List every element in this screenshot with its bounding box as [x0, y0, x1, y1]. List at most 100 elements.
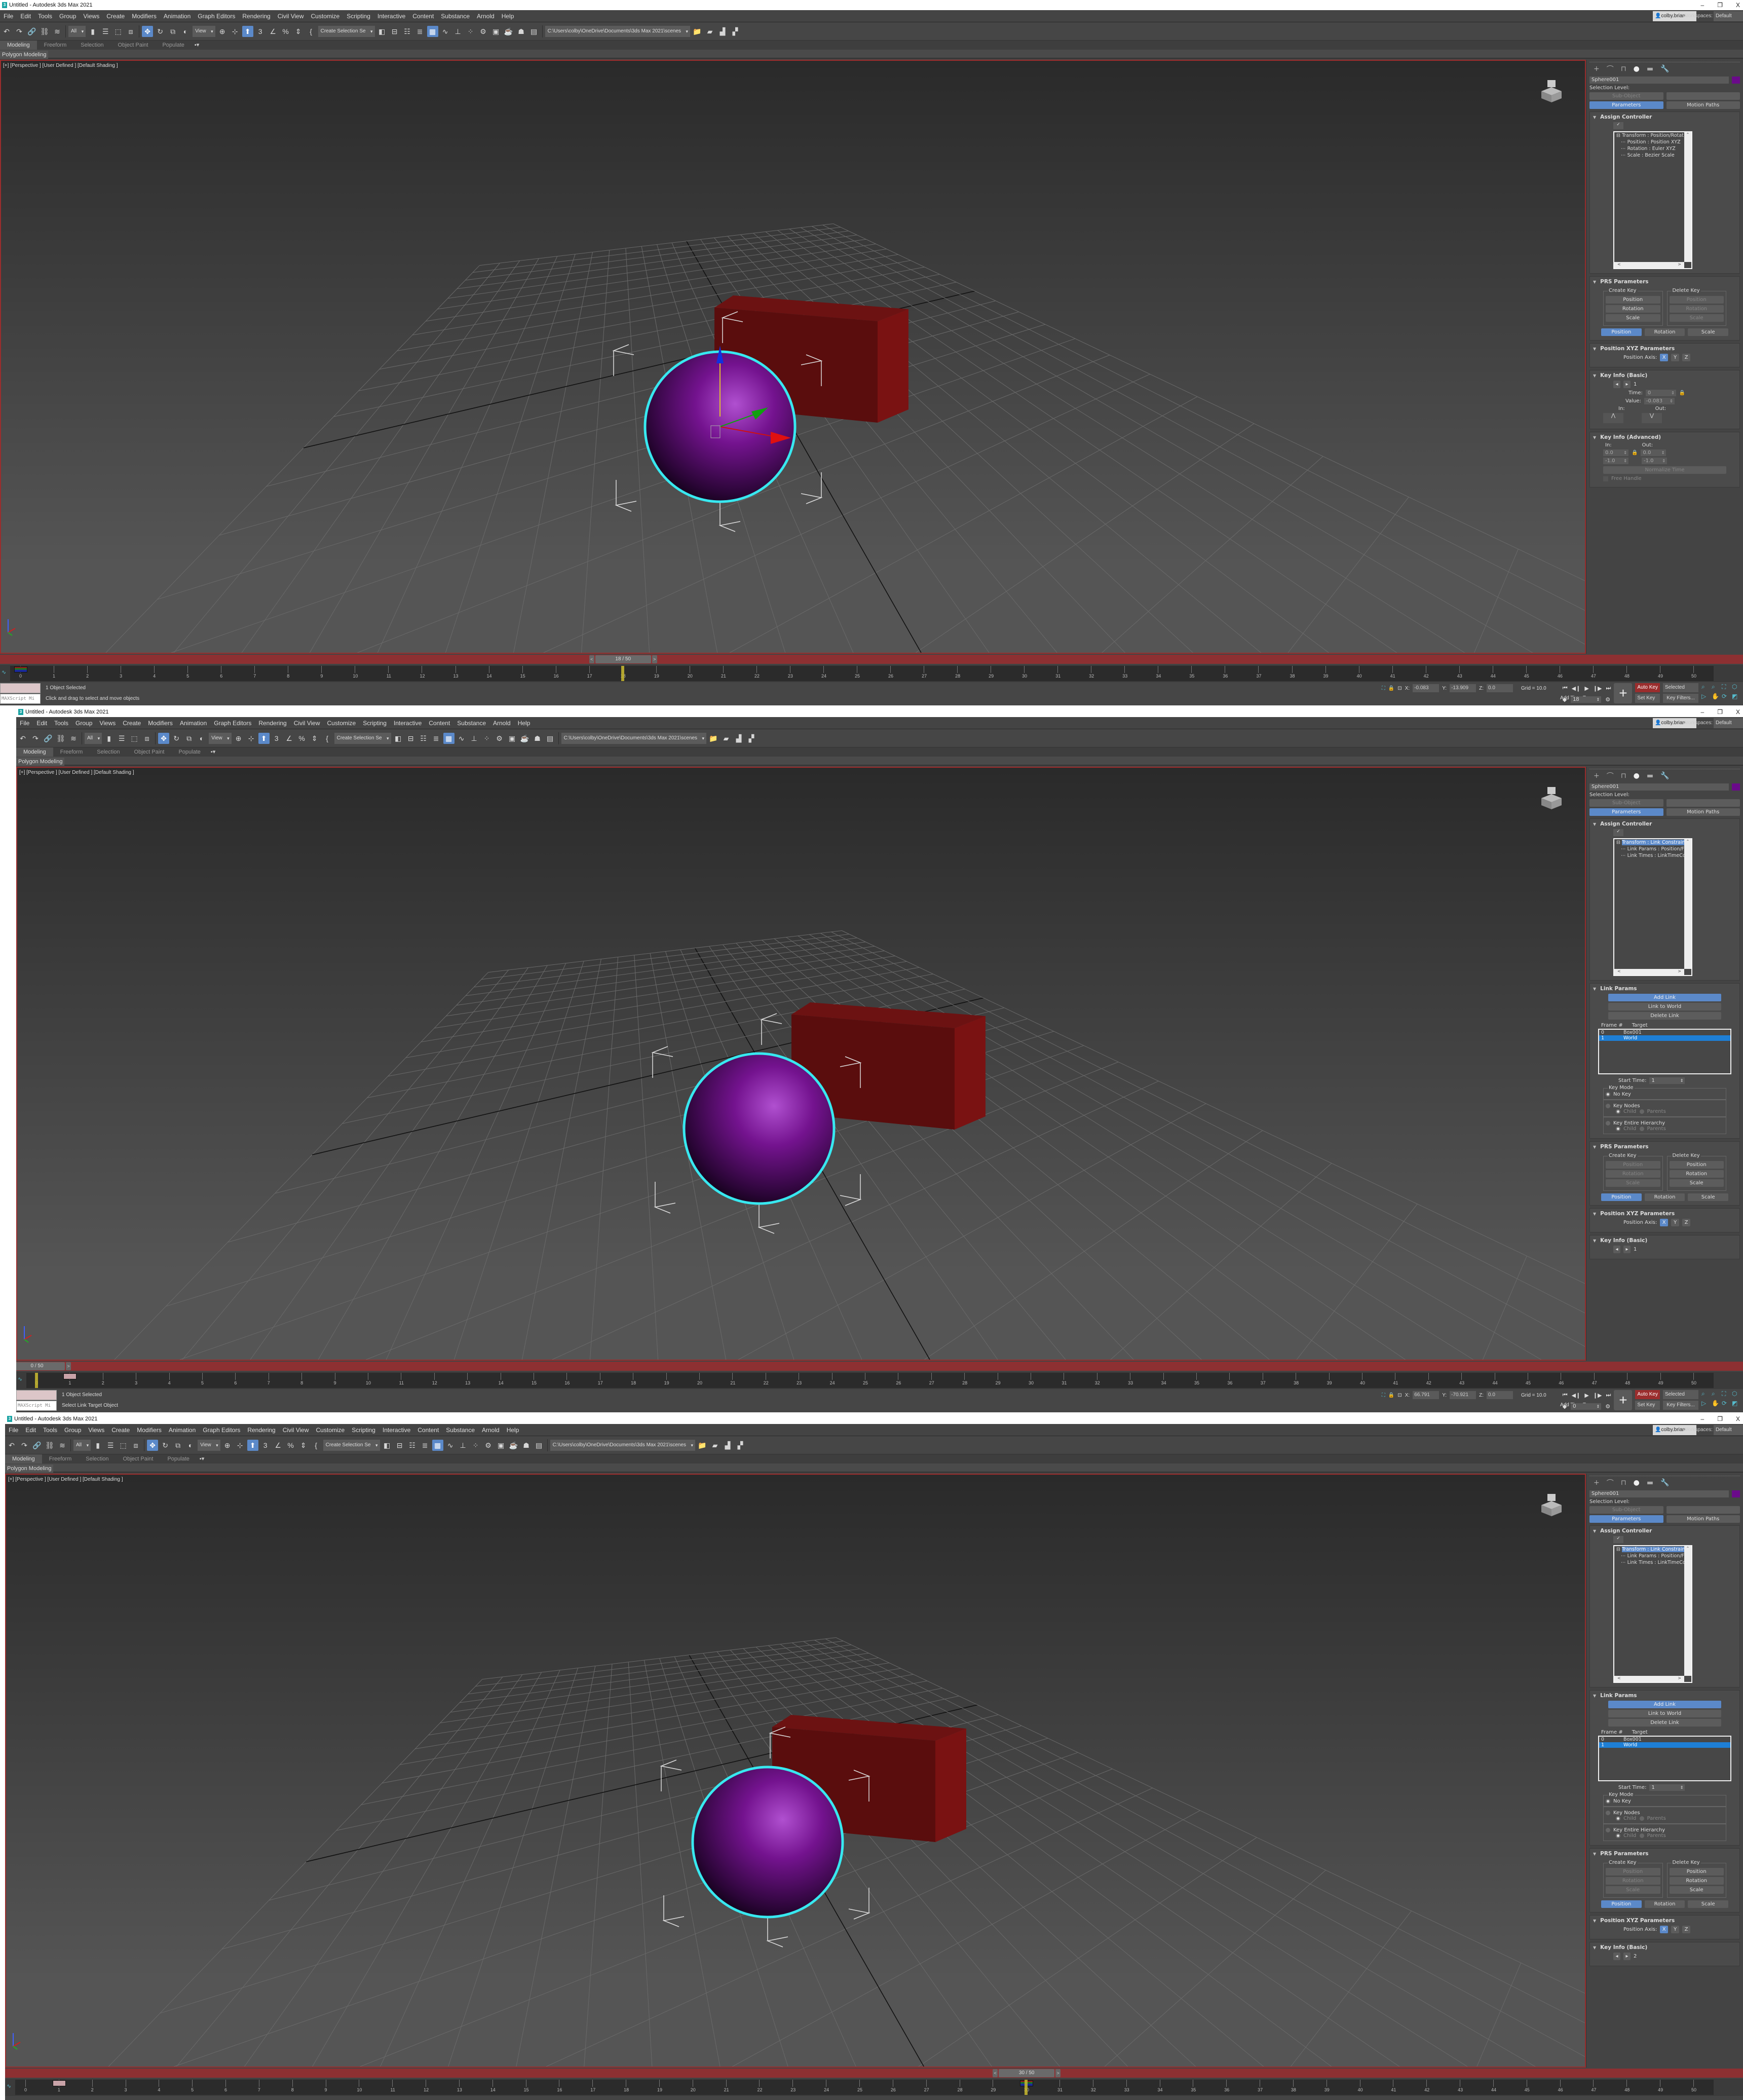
axis-x-button[interactable]: X	[1660, 354, 1669, 361]
key-info-basic-rollout-header[interactable]: ▼ Key Info (Basic)	[1593, 1944, 1736, 1951]
next-frame-button[interactable]: >	[66, 1362, 71, 1370]
menu-civil-view[interactable]: Civil View	[279, 1424, 313, 1436]
reference-coordinate-dropdown[interactable]: View	[209, 732, 232, 744]
adv-out-spinner-2[interactable]: -1.0	[1642, 458, 1667, 464]
delete-key-scale-button[interactable]: Scale	[1669, 1179, 1724, 1187]
key-nodes-radio[interactable]: Key Nodes	[1606, 1103, 1724, 1109]
menu-help[interactable]: Help	[503, 1424, 523, 1436]
position-xyz-rollout-header[interactable]: ▼ Position XYZ Parameters	[1593, 1211, 1736, 1217]
delete-key-rotation-button[interactable]: Rotation	[1669, 305, 1724, 313]
scale-icon[interactable]: ⧉	[167, 26, 178, 37]
render-iterative-icon[interactable]: ▤	[528, 26, 540, 37]
ribbon-tab-selection[interactable]: Selection	[73, 41, 110, 50]
undo-icon[interactable]: ↶	[17, 733, 28, 744]
layer-explorer-icon[interactable]: ≣	[420, 1440, 431, 1451]
menu-views[interactable]: Views	[85, 1424, 108, 1436]
menu-rendering[interactable]: Rendering	[239, 10, 274, 22]
go-to-start-icon[interactable]: ⏮	[1563, 1392, 1568, 1399]
unlink-icon[interactable]: ⛓	[44, 1440, 55, 1451]
select-object-icon[interactable]: ▮	[87, 26, 98, 37]
restore-button[interactable]: ❐	[1717, 0, 1723, 10]
toggle-ribbon-icon[interactable]: ▦	[443, 732, 454, 744]
mirror-icon[interactable]: ◧	[376, 26, 388, 37]
delete-key-scale-button[interactable]: Scale	[1669, 314, 1724, 322]
scene-explorer-icon[interactable]: ☷	[418, 733, 429, 744]
modify-icon[interactable]: ⌒	[1607, 1478, 1614, 1488]
axis-y-button[interactable]: Y	[1671, 1926, 1680, 1933]
assign-controller-button[interactable]: ✓	[1613, 122, 1623, 129]
menu-rendering[interactable]: Rendering	[244, 1424, 279, 1436]
polygon-modeling-panel[interactable]: Polygon Modeling	[5, 1465, 54, 1473]
create-key-position-button[interactable]: Position	[1606, 296, 1660, 304]
render-production-icon[interactable]: ☗	[521, 1440, 532, 1451]
time-slider-thumb[interactable]: <0 / 50>	[16, 1362, 71, 1370]
controller-tree-item[interactable]: ⋯ Link Params : Position/F	[1614, 1553, 1684, 1559]
key-info-advanced-rollout-header[interactable]: ▼ Key Info (Advanced)	[1593, 434, 1736, 440]
menu-content[interactable]: Content	[414, 1424, 442, 1436]
selection-filter-dropdown[interactable]: All	[73, 1439, 91, 1451]
hierarchy-icon[interactable]: ⊓	[1621, 772, 1626, 780]
bind-space-warp-icon[interactable]: ≋	[57, 1440, 68, 1451]
menu-scripting[interactable]: Scripting	[348, 1424, 379, 1436]
restore-button[interactable]: ❐	[1717, 1414, 1723, 1424]
collapse-triangle-icon[interactable]: ▼	[1593, 987, 1596, 991]
time-slider-bar[interactable]: <0 / 50>	[16, 1362, 1743, 1371]
render-icon[interactable]: ☕	[519, 733, 531, 744]
sub-object-dropdown[interactable]	[1666, 92, 1740, 100]
motion-icon[interactable]: ●	[1634, 1479, 1640, 1487]
prs-mode-scale-tab[interactable]: Scale	[1688, 1193, 1729, 1201]
ribbon-tab-populate[interactable]: Populate	[155, 41, 191, 50]
link-to-world-button[interactable]: Link to World	[1608, 1710, 1721, 1717]
ribbon-tab-populate[interactable]: Populate	[171, 747, 207, 757]
isolate-selection-icon[interactable]: ⛶	[1382, 1393, 1385, 1398]
link-params-rollout-header[interactable]: ▼ Link Params	[1593, 1693, 1736, 1699]
adv-out-spinner[interactable]: 0.0	[1641, 449, 1666, 456]
menu-content[interactable]: Content	[409, 10, 437, 22]
pivot-icon[interactable]: ⊕	[222, 1440, 233, 1451]
select-by-name-icon[interactable]: ☰	[116, 733, 127, 744]
key-entire-hierarchy-radio[interactable]: Key Entire Hierarchy	[1606, 1827, 1724, 1833]
add-link-button[interactable]: Add Link	[1608, 1701, 1721, 1708]
play-icon[interactable]: ▶	[1584, 685, 1588, 692]
use-pivot-icon[interactable]: ⬆	[247, 1439, 258, 1451]
key-filters-button[interactable]: Key Filters...	[1663, 694, 1698, 703]
menu-customize[interactable]: Customize	[308, 10, 344, 22]
go-to-start-icon[interactable]: ⏮	[1563, 685, 1568, 692]
menu-graph-editors[interactable]: Graph Editors	[210, 717, 255, 729]
position-xyz-rollout-header[interactable]: ▼ Position XYZ Parameters	[1593, 1918, 1736, 1924]
rectangle-selection-icon[interactable]: ⬚	[112, 26, 124, 37]
delete-link-button[interactable]: Delete Link	[1608, 1012, 1721, 1020]
viewport-label[interactable]: [+] [Perspective ] [User Defined ] [Defa…	[8, 1477, 123, 1482]
display-icon[interactable]: ▬	[1647, 772, 1653, 780]
schematic-view-icon[interactable]: ⊥	[452, 26, 464, 37]
percent-snap-icon[interactable]: %	[296, 733, 308, 744]
menu-customize[interactable]: Customize	[313, 1424, 349, 1436]
menu-group[interactable]: Group	[61, 1424, 85, 1436]
lock-icon[interactable]: 🔒	[1679, 390, 1685, 396]
go-to-end-icon[interactable]: ⏭	[1606, 685, 1611, 692]
axis-z-button[interactable]: Z	[1682, 1219, 1691, 1226]
controller-tree-item[interactable]: ⋯ Link Times : LinkTimeCo	[1614, 852, 1684, 859]
project-folder-icon[interactable]: ▰	[704, 26, 715, 37]
minimize-button[interactable]: –	[1701, 0, 1704, 10]
ribbon-tab-modeling[interactable]: Modeling	[0, 41, 37, 50]
parameters-button[interactable]: Parameters	[1589, 808, 1663, 816]
lock-icon[interactable]: 🔒	[1632, 450, 1638, 456]
project-manager-icon[interactable]: ▞	[746, 733, 757, 744]
selection-lock-icon[interactable]: 🔒	[1388, 1393, 1394, 1398]
rectangle-selection-icon[interactable]: ⬚	[129, 733, 140, 744]
menu-views[interactable]: Views	[96, 717, 119, 729]
menu-file[interactable]: File	[16, 717, 33, 729]
next-frame-button[interactable]: >	[652, 655, 657, 663]
display-icon[interactable]: ▬	[1647, 1479, 1653, 1487]
viewport-label[interactable]: [+] [Perspective ] [User Defined ] [Defa…	[3, 63, 118, 68]
field-of-view-icon[interactable]: ▷	[1701, 1400, 1710, 1407]
no-key-radio[interactable]: No Key	[1606, 1798, 1724, 1804]
motion-icon[interactable]: ●	[1634, 65, 1640, 73]
project-manager-icon[interactable]: ▞	[735, 1440, 746, 1451]
link-icon[interactable]: 🔗	[43, 733, 54, 744]
delete-key-rotation-button[interactable]: Rotation	[1669, 1877, 1724, 1885]
spinner-snap-icon[interactable]: ⇕	[298, 1440, 309, 1451]
ribbon-options-button[interactable]: ▪▾	[208, 747, 218, 757]
prs-mode-position-tab[interactable]: Position	[1601, 1193, 1642, 1201]
